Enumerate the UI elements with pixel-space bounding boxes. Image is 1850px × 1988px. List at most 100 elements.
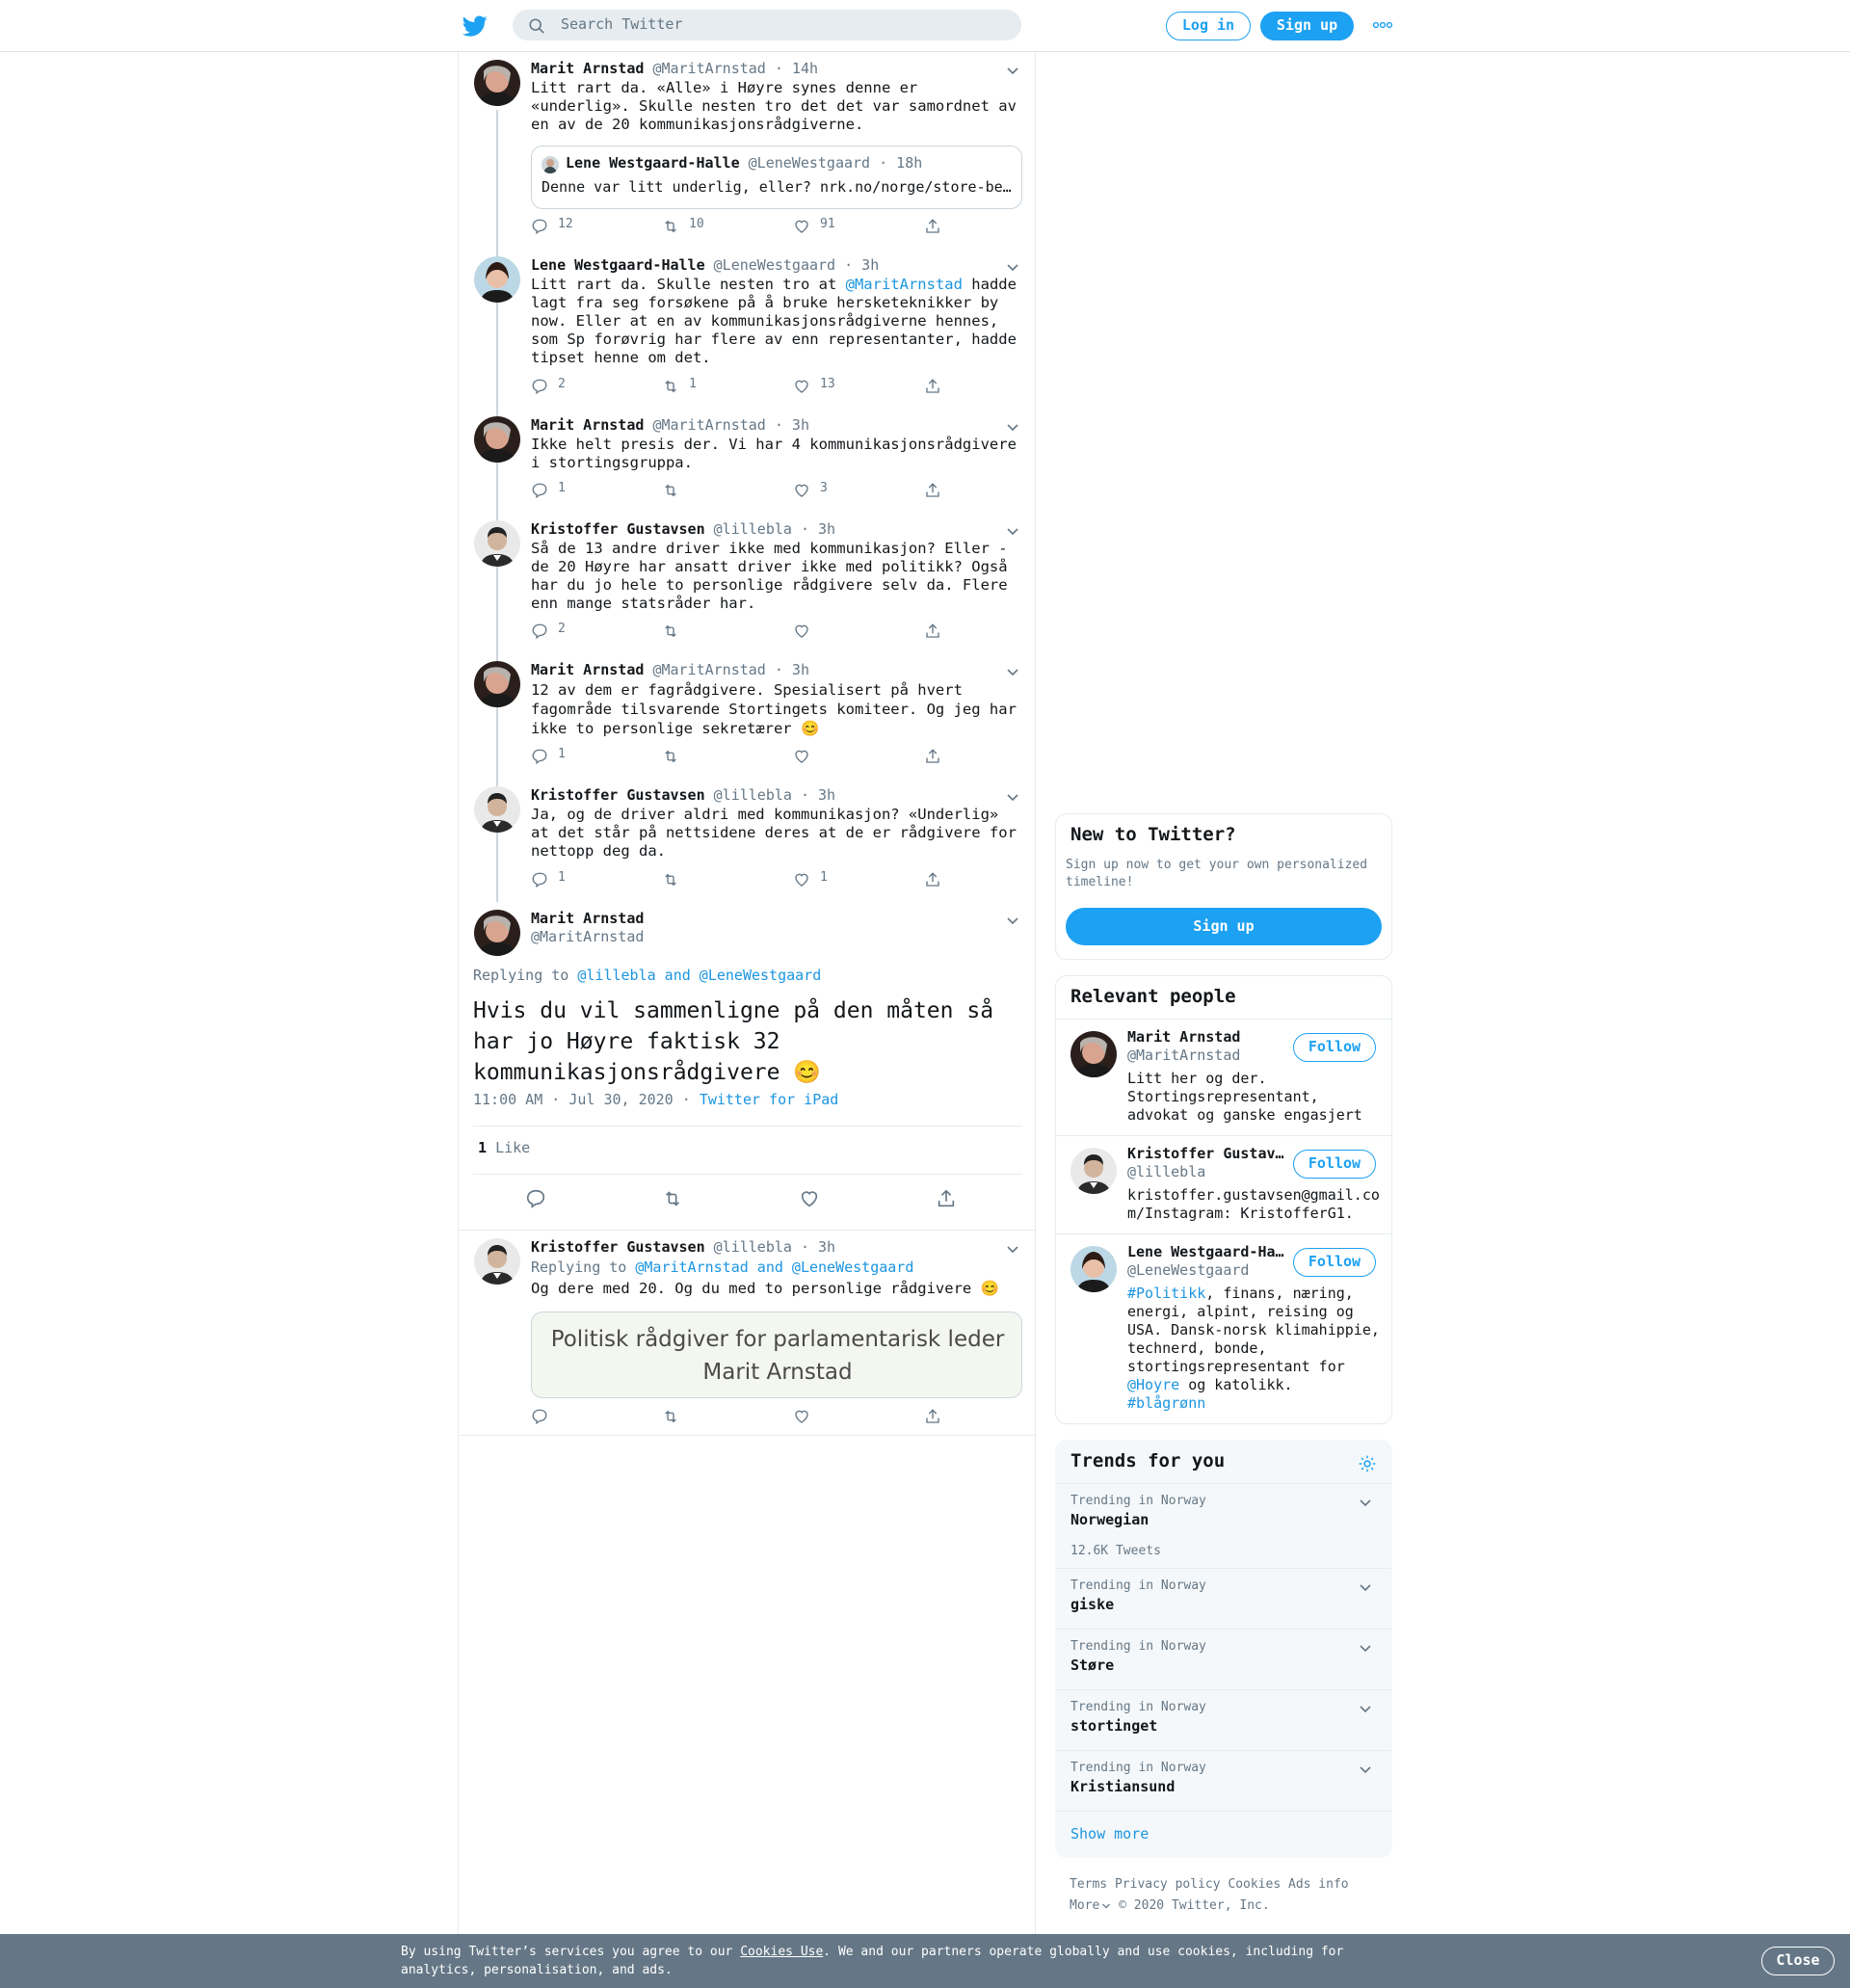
author-name[interactable]: Marit Arnstad [531,60,644,77]
close-cookie-button[interactable]: Close [1761,1947,1835,1975]
mention-link[interactable]: @Hoyre [1127,1376,1179,1393]
share-icon[interactable] [936,1188,957,1209]
cookies-use-link[interactable]: Cookies Use [740,1945,823,1959]
quoted-tweet[interactable]: Lene Westgaard-Halle @LeneWestgaard · 18… [531,146,1022,209]
chevron-down-icon[interactable] [1359,1498,1372,1507]
author-name[interactable]: Lene Westgaard-Halle [531,256,705,274]
person-handle[interactable]: @MaritArnstad [1127,1047,1240,1064]
author-name[interactable]: Marit Arnstad [531,661,644,678]
tweet-time[interactable]: · 3h [775,661,809,678]
footer-cookies-link[interactable]: Cookies [1228,1877,1281,1892]
chevron-down-icon[interactable] [1359,1643,1372,1653]
author-handle[interactable]: @lillebla [714,786,792,804]
tweet-time[interactable]: · 3h [801,520,835,538]
chevron-down-icon[interactable] [1006,792,1019,802]
author-handle[interactable]: @lillebla [714,1238,792,1256]
likes-stat[interactable]: 1 Like [478,1139,530,1156]
author-name[interactable]: Kristoffer Gustavsen [531,520,705,538]
login-button[interactable]: Log in [1166,12,1251,40]
chevron-down-icon[interactable] [1359,1764,1372,1774]
author-handle[interactable]: @MaritArnstad [652,60,765,77]
hashtag-link[interactable]: #blågrønn [1127,1394,1205,1412]
reply-tweet[interactable]: Kristoffer Gustavsen @lillebla · 3h Repl… [459,1231,1035,1435]
replying-to-links[interactable]: @MaritArnstad and @LeneWestgaard [635,1259,913,1276]
author-handle[interactable]: @MaritArnstad [652,661,765,678]
tweet-time[interactable]: · 3h [844,256,879,274]
avatar[interactable] [474,661,520,707]
trend-item[interactable]: Trending in Norway Støre [1056,1629,1391,1689]
author-handle[interactable]: @LeneWestgaard [714,256,835,274]
thread-tweet[interactable]: Lene Westgaard-Halle @LeneWestgaard · 3h… [459,249,1035,409]
author-name[interactable]: Kristoffer Gustavsen [531,786,705,804]
avatar[interactable] [1070,1246,1117,1292]
trend-item[interactable]: Trending in Norway giske [1056,1568,1391,1629]
avatar[interactable] [474,60,520,106]
trend-item[interactable]: Trending in Norway Kristiansund [1056,1750,1391,1811]
footer-more-link[interactable]: More [1070,1898,1111,1913]
footer-privacy-link[interactable]: Privacy policy [1115,1877,1221,1892]
person-item[interactable]: Kristoffer Gustav… @lillebla Follow kris… [1056,1135,1391,1233]
person-item[interactable]: Marit Arnstad @MaritArnstad Follow Litt … [1056,1019,1391,1135]
show-more-link[interactable]: Show more [1070,1825,1149,1842]
avatar[interactable] [474,786,520,833]
avatar[interactable] [1070,1148,1117,1194]
avatar[interactable] [474,520,520,567]
avatar[interactable] [474,1238,520,1285]
author-handle[interactable]: @lillebla [714,520,792,538]
thread-tweet[interactable]: Marit Arnstad @MaritArnstad · 14h Litt r… [459,52,1035,249]
footer-terms-link[interactable]: Terms [1070,1877,1107,1892]
chevron-down-icon[interactable] [1006,667,1019,676]
person-name[interactable]: Lene Westgaard-Ha… [1127,1243,1284,1260]
avatar[interactable] [1070,1031,1117,1077]
gear-icon[interactable] [1358,1454,1377,1473]
avatar[interactable] [474,416,520,463]
avatar[interactable] [474,910,520,956]
chevron-down-icon[interactable] [1359,1704,1372,1713]
author-name[interactable]: Marit Arnstad [531,910,644,927]
heart-icon[interactable] [799,1188,820,1209]
search-bar[interactable]: Search Twitter [513,10,1021,40]
hashtag-link[interactable]: #Politikk [1127,1285,1205,1302]
sidebar-signup-button[interactable]: Sign up [1066,908,1382,945]
signup-button[interactable]: Sign up [1260,12,1354,40]
footer-ads-link[interactable]: Ads info [1288,1877,1349,1892]
author-name[interactable]: Kristoffer Gustavsen [531,1238,705,1256]
thread-tweet[interactable]: Marit Arnstad @MaritArnstad · 3h Ikke he… [459,409,1035,513]
thread-tweet[interactable]: Kristoffer Gustavsen @lillebla · 3h Ja, … [459,779,1035,902]
reply-icon[interactable] [525,1188,546,1209]
person-handle[interactable]: @lillebla [1127,1163,1205,1180]
chevron-down-icon[interactable] [1006,66,1019,75]
replying-to-links[interactable]: @lillebla and @LeneWestgaard [577,967,821,984]
follow-button[interactable]: Follow [1293,1033,1376,1062]
chevron-down-icon[interactable] [1006,1244,1019,1254]
chevron-down-icon[interactable] [1006,262,1019,272]
follow-button[interactable]: Follow [1293,1248,1376,1277]
person-handle[interactable]: @LeneWestgaard [1127,1261,1249,1279]
chevron-down-icon[interactable] [1359,1582,1372,1592]
chevron-down-icon[interactable] [1006,422,1019,432]
person-item[interactable]: Lene Westgaard-Ha… @LeneWestgaard Follow… [1056,1233,1391,1423]
chevron-down-icon[interactable] [1006,915,1019,925]
source-link[interactable]: Twitter for iPad [700,1091,839,1108]
attached-image[interactable]: Politisk rådgiver for parlamentarisk led… [531,1312,1022,1398]
twitter-bird-icon[interactable] [462,13,489,39]
tweet-time[interactable]: · 14h [775,60,818,77]
author-handle[interactable]: @MaritArnstad [652,416,765,434]
chevron-down-icon[interactable] [1006,526,1019,536]
trend-item[interactable]: Trending in Norway stortinget [1056,1689,1391,1750]
tweet-time[interactable]: · 3h [801,1238,835,1256]
person-name[interactable]: Marit Arnstad [1127,1028,1240,1046]
person-name[interactable]: Kristoffer Gustav… [1127,1145,1284,1162]
tweet-time[interactable]: · 3h [801,786,835,804]
more-icon[interactable] [1373,21,1392,29]
follow-button[interactable]: Follow [1293,1150,1376,1179]
trend-item[interactable]: Trending in Norway Norwegian 12.6K Tweet… [1056,1483,1391,1568]
tweet-time[interactable]: · 3h [775,416,809,434]
avatar[interactable] [474,256,520,303]
author-name[interactable]: Marit Arnstad [531,416,644,434]
timestamp-text[interactable]: 11:00 AM · Jul 30, 2020 [473,1091,674,1108]
retweet-icon[interactable] [662,1188,683,1209]
thread-tweet[interactable]: Marit Arnstad @MaritArnstad · 3h 12 av d… [459,653,1035,779]
thread-tweet[interactable]: Kristoffer Gustavsen @lillebla · 3h Så d… [459,513,1035,653]
mention-link[interactable]: @MaritArnstad [846,276,963,293]
